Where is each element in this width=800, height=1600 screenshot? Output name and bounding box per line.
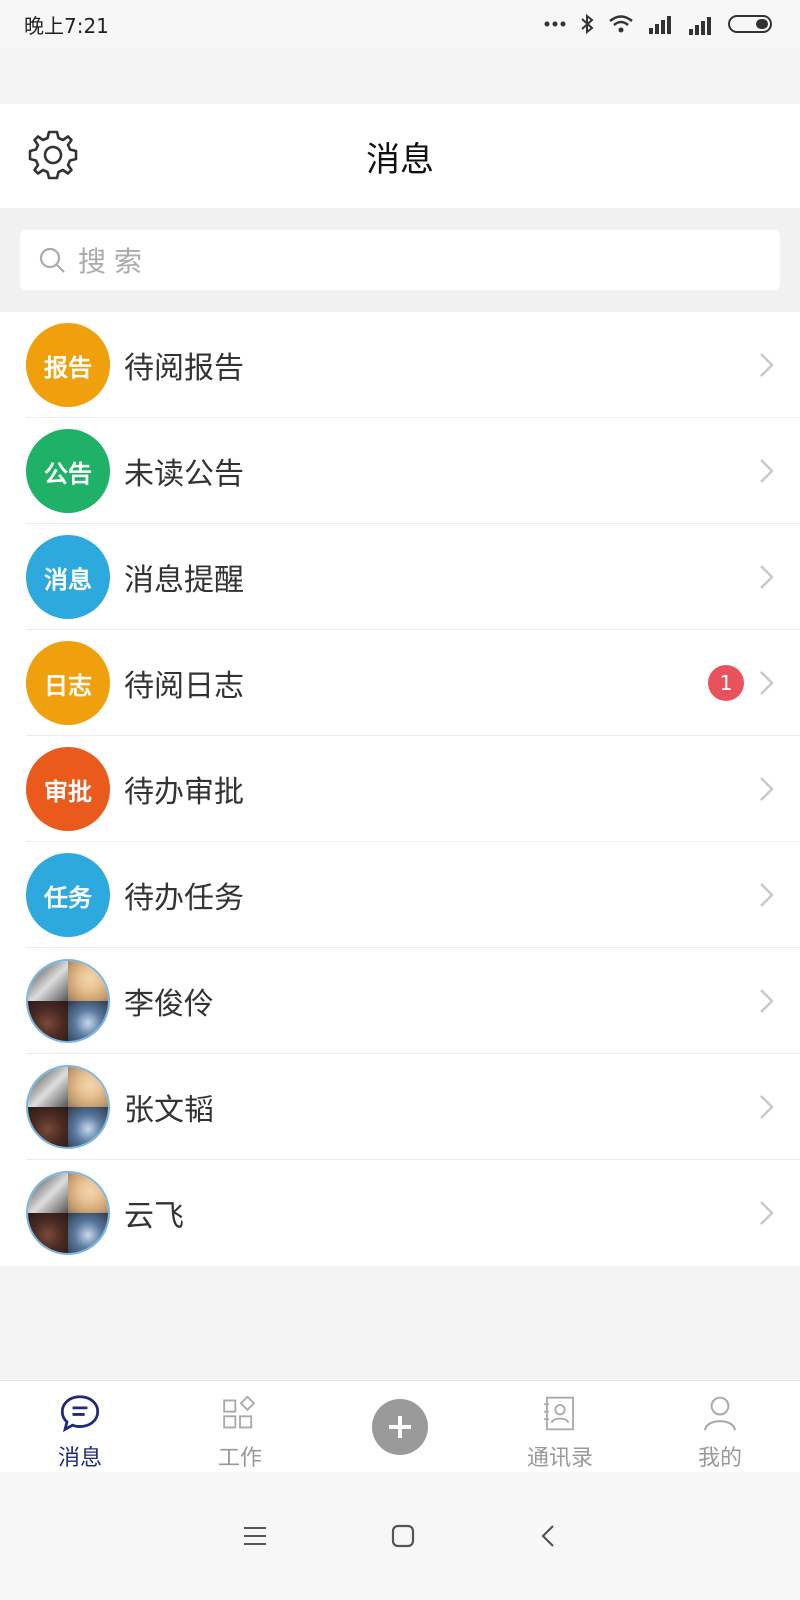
status-time: 晚上7:21 xyxy=(24,13,109,38)
tab-bar: 消息 工作 通讯录 我的 xyxy=(0,1380,800,1472)
tab-add[interactable] xyxy=(320,1381,480,1472)
page-title: 消息 xyxy=(366,139,434,180)
tab-messages[interactable]: 消息 xyxy=(0,1381,160,1472)
list-item-label: 待阅报告 xyxy=(124,351,244,386)
search-placeholder: 搜索 xyxy=(78,245,151,278)
message-list: 报告 待阅报告 公告 未读公告 消息 消息提醒 日志 待阅日志 1 审批 待办审… xyxy=(0,312,800,1266)
list-item[interactable]: 公告 未读公告 xyxy=(0,418,800,524)
search-area: 搜索 xyxy=(0,208,800,312)
list-item-label: 未读公告 xyxy=(124,457,244,492)
tab-label: 我的 xyxy=(697,1446,742,1471)
menu-icon[interactable] xyxy=(242,1525,268,1547)
settings-gear-icon[interactable] xyxy=(24,126,82,184)
user-avatar xyxy=(26,1171,110,1255)
list-item[interactable]: 日志 待阅日志 1 xyxy=(0,630,800,736)
home-icon[interactable] xyxy=(390,1523,416,1549)
chevron-right-icon xyxy=(760,459,774,483)
list-item-label: 待阅日志 xyxy=(124,669,244,704)
list-item[interactable]: 李俊伶 xyxy=(0,948,800,1054)
tab-label: 工作 xyxy=(217,1446,262,1471)
signal-icon xyxy=(649,16,671,34)
plus-icon xyxy=(389,1415,411,1438)
status-icons xyxy=(544,13,776,35)
user-profile-icon xyxy=(704,1396,736,1431)
list-item[interactable]: 张文韬 xyxy=(0,1054,800,1160)
chevron-right-icon xyxy=(760,1201,774,1225)
more-dots-icon xyxy=(544,21,566,27)
tab-mine[interactable]: 我的 xyxy=(640,1381,800,1472)
report-avatar-icon: 报告 xyxy=(26,323,110,407)
approval-avatar-icon: 审批 xyxy=(26,747,110,831)
contacts-book-icon xyxy=(544,1396,574,1431)
list-item[interactable]: 云飞 xyxy=(0,1160,800,1266)
user-avatar xyxy=(26,959,110,1043)
apps-grid-icon xyxy=(223,1395,256,1429)
status-bar: 晚上7:21 xyxy=(0,0,800,48)
back-icon[interactable] xyxy=(538,1523,558,1549)
task-avatar-icon: 任务 xyxy=(26,853,110,937)
tab-work[interactable]: 工作 xyxy=(160,1381,320,1472)
system-nav-bar xyxy=(0,1472,800,1600)
battery-icon xyxy=(728,15,772,33)
search-icon xyxy=(39,247,65,273)
list-item-label: 云飞 xyxy=(124,1199,184,1234)
announcement-avatar-icon: 公告 xyxy=(26,429,110,513)
wifi-icon xyxy=(609,15,633,33)
chevron-right-icon xyxy=(760,353,774,377)
chat-bubble-icon xyxy=(60,1395,100,1433)
chevron-right-icon xyxy=(760,565,774,589)
chevron-right-icon xyxy=(760,989,774,1013)
list-item[interactable]: 任务 待办任务 xyxy=(0,842,800,948)
log-avatar-icon: 日志 xyxy=(26,641,110,725)
list-item[interactable]: 消息 消息提醒 xyxy=(0,524,800,630)
tab-label: 通讯录 xyxy=(526,1446,593,1471)
chevron-right-icon xyxy=(760,883,774,907)
list-item-label: 张文韬 xyxy=(124,1093,214,1128)
search-input[interactable]: 搜索 xyxy=(20,230,780,290)
list-item[interactable]: 报告 待阅报告 xyxy=(0,312,800,418)
message-avatar-icon: 消息 xyxy=(26,535,110,619)
user-avatar xyxy=(26,1065,110,1149)
list-item[interactable]: 审批 待办审批 xyxy=(0,736,800,842)
bluetooth-icon xyxy=(581,13,594,35)
chevron-right-icon xyxy=(760,777,774,801)
chevron-right-icon xyxy=(760,671,774,695)
header: 消息 xyxy=(0,104,800,208)
list-item-label: 待办审批 xyxy=(124,775,244,810)
add-button[interactable] xyxy=(372,1398,428,1455)
signal-hd-icon xyxy=(689,17,711,35)
tab-contacts[interactable]: 通讯录 xyxy=(480,1381,640,1472)
list-item-label: 李俊伶 xyxy=(124,987,214,1022)
tab-label: 消息 xyxy=(57,1446,102,1471)
unread-badge: 1 xyxy=(708,665,744,701)
list-item-label: 消息提醒 xyxy=(124,563,244,598)
chevron-right-icon xyxy=(760,1095,774,1119)
list-item-label: 待办任务 xyxy=(124,881,244,916)
